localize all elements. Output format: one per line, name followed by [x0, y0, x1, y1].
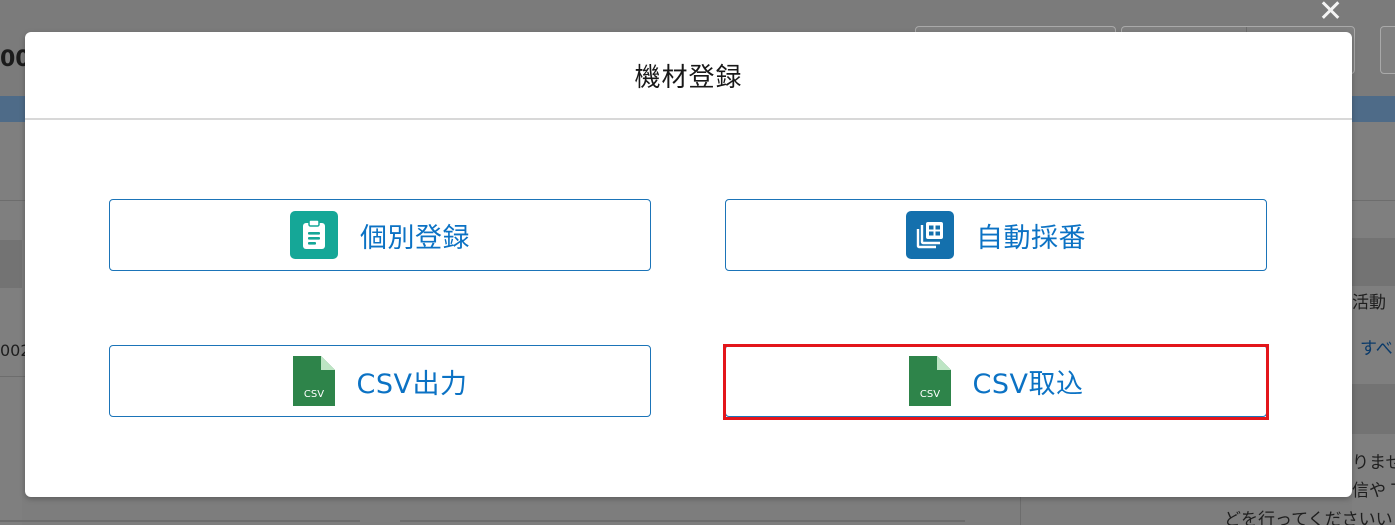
equipment-registration-modal: 機材登録 個別登録 自動採番 CSV CSV出力 CSV CSV取込 — [25, 32, 1352, 497]
background-action-button[interactable] — [1380, 26, 1395, 74]
background-divider — [1352, 200, 1395, 201]
csv-export-button[interactable]: CSV CSV出力 — [109, 345, 651, 417]
button-label: 自動採番 — [976, 222, 1086, 254]
background-divider — [0, 376, 25, 377]
background-divider — [0, 200, 25, 201]
individual-registration-button[interactable]: 個別登録 — [109, 199, 651, 271]
background-close-icon[interactable]: ✕ — [1318, 0, 1343, 29]
csv-icon-text: CSV — [303, 389, 323, 400]
modal-header: 機材登録 — [25, 32, 1352, 120]
background-stripe — [0, 240, 22, 288]
background-side-text: りませ — [1352, 453, 1395, 473]
button-label: CSV取込 — [972, 368, 1084, 400]
csv-import-button[interactable]: CSV CSV取込 — [725, 345, 1267, 417]
background-side-text: 活動 — [1352, 293, 1386, 313]
background-divider — [400, 520, 965, 522]
background-left-panel — [0, 122, 22, 525]
clipboard-icon — [290, 211, 338, 259]
csv-icon-text: CSV — [919, 389, 939, 400]
stacked-list-icon — [906, 211, 954, 259]
button-label: CSV出力 — [356, 368, 468, 400]
background-bottom-text: どを行ってくださいい — [1224, 510, 1393, 525]
background-stripe — [1352, 238, 1395, 286]
modal-title: 機材登録 — [634, 62, 743, 93]
background-side-text: 信や T — [1352, 481, 1395, 501]
background-divider — [0, 520, 360, 522]
csv-file-icon: CSV — [292, 356, 335, 406]
button-label: 個別登録 — [360, 222, 470, 254]
csv-file-icon: CSV — [908, 356, 951, 406]
background-divider — [1020, 497, 1021, 525]
background-side-link[interactable]: すべ — [1360, 334, 1393, 359]
auto-numbering-button[interactable]: 自動採番 — [725, 199, 1267, 271]
background-stripe — [1352, 384, 1395, 434]
